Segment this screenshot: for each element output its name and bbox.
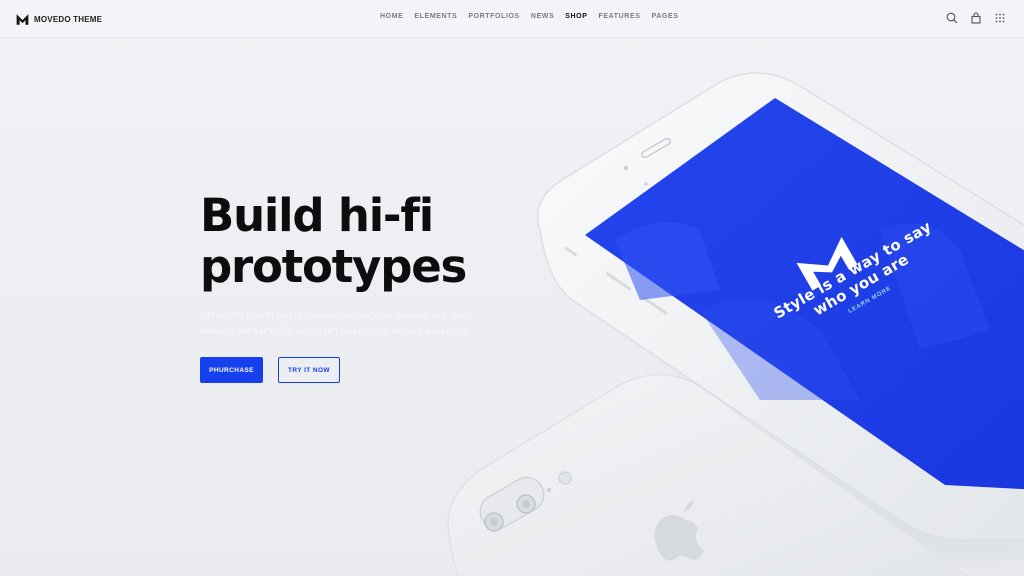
main-nav: HOME ELEMENTS PORTFOLIOS NEWS SHOP FEATU… [380,13,679,20]
brand-logo-mark [654,515,704,561]
hero-title-line1: Build hi-fi [200,189,434,242]
header-actions [946,12,1006,24]
nav-portfolios[interactable]: PORTFOLIOS [468,13,520,20]
nav-elements[interactable]: ELEMENTS [414,13,457,20]
earpiece-speaker [640,137,672,159]
front-phone [536,72,1024,541]
grid-menu-icon[interactable] [994,12,1006,24]
nav-shop[interactable]: SHOP [565,13,587,20]
purchase-button[interactable]: PHURCHASE [200,357,263,383]
screen-tagline-line2: who you are [810,250,912,320]
nav-news[interactable]: NEWS [531,13,554,20]
hero-title: Build hi-fi prototypes [200,190,530,292]
brand-name: MOVEDO THEME [34,14,103,24]
phone-screen [585,98,1024,490]
top-header: MOVEDO THEME HOME ELEMENTS PORTFOLIOS NE… [0,0,1024,38]
brand-logo[interactable]: MOVEDO THEME [16,11,102,27]
search-icon[interactable] [946,12,958,24]
camera-module [479,476,545,530]
hero-description: ollit nostro blandit sed re, eu ommium r… [200,310,469,337]
hero-title-line2: prototypes [200,240,467,293]
screen-tagline-block: Style is a way to say who you are LEARN … [762,213,958,353]
try-it-now-button[interactable]: TRY IT NOW [278,357,340,383]
back-phone [447,374,968,576]
m-logo-icon [16,13,29,25]
nav-home[interactable]: HOME [380,13,403,20]
bag-icon[interactable] [970,12,982,24]
nav-pages[interactable]: PAGES [652,13,679,20]
nav-features[interactable]: FEATURES [598,13,640,20]
screen-m-logo-icon [796,236,858,291]
learn-more-link[interactable]: LEARN MORE [782,248,958,353]
